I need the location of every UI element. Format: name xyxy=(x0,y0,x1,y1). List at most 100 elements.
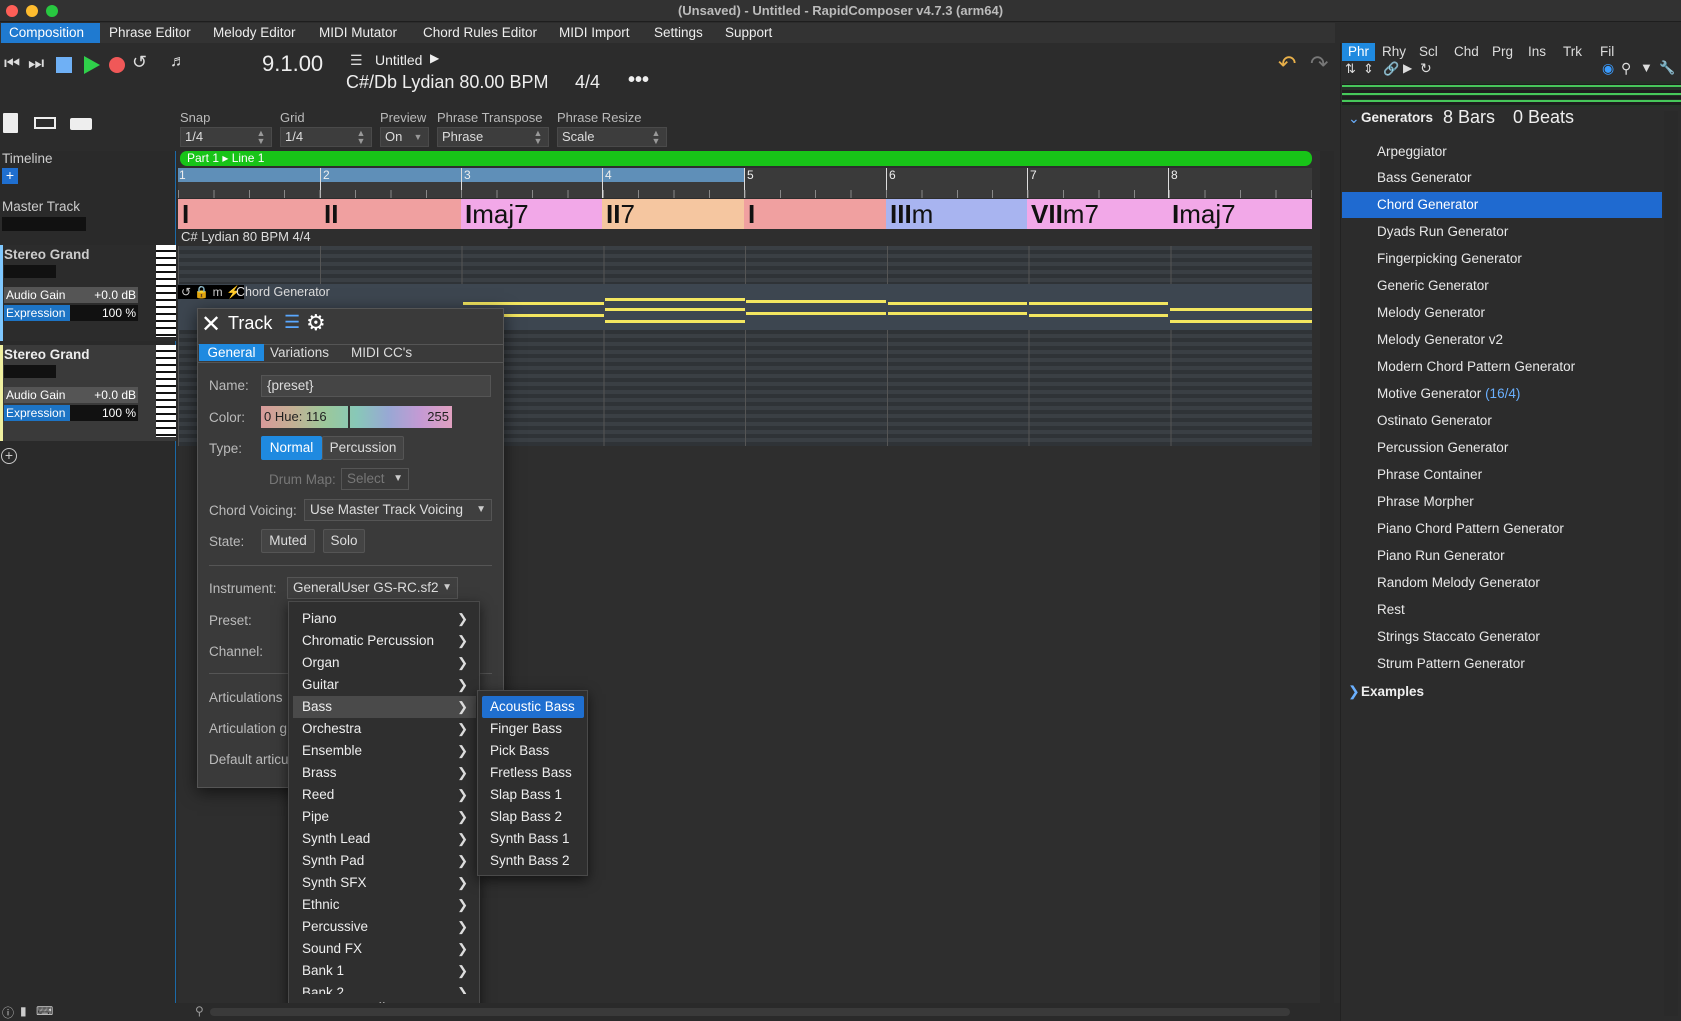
tab-ins[interactable]: Ins xyxy=(1522,43,1552,61)
generator-item[interactable]: Phrase Container xyxy=(1377,462,1482,488)
master-track-buttons[interactable] xyxy=(2,217,86,231)
loop-icon[interactable]: ↺ xyxy=(132,52,147,73)
menu-melody-editor[interactable]: Melody Editor xyxy=(205,23,304,43)
menu-chord-rules-editor[interactable]: Chord Rules Editor xyxy=(415,23,545,43)
arranger-hscroll[interactable] xyxy=(210,1008,1290,1016)
track-name[interactable]: Stereo Grand xyxy=(4,347,90,362)
close-icon[interactable]: ✕ xyxy=(201,310,221,339)
tab-general[interactable]: General xyxy=(199,344,264,361)
expand-icon[interactable]: ⇕ xyxy=(1363,61,1374,77)
tab-phr[interactable]: Phr xyxy=(1342,43,1376,61)
add-marker-icon[interactable]: + xyxy=(2,168,18,184)
tab-variations[interactable]: Variations xyxy=(270,344,329,361)
grid-select[interactable]: 1/4 ▲ ▼ xyxy=(280,127,372,147)
add-track-icon[interactable]: + xyxy=(1,448,17,464)
generator-item[interactable]: Arpeggiator xyxy=(1377,139,1447,165)
generator-item[interactable]: Generic Generator xyxy=(1377,273,1489,299)
generator-item[interactable]: Piano Chord Pattern Generator xyxy=(1377,516,1564,542)
menu-support[interactable]: Support xyxy=(717,23,780,43)
note[interactable] xyxy=(746,300,886,303)
submenu-item-slap-bass-2[interactable]: Slap Bass 2 xyxy=(482,806,584,828)
phrase-resize-select[interactable]: Scale ▲ ▼ xyxy=(557,127,667,147)
arranger-vscroll[interactable] xyxy=(1320,151,1334,1003)
chord-block[interactable]: I xyxy=(744,199,886,229)
chord-block[interactable]: Imaj7 xyxy=(1168,199,1312,229)
gear-icon[interactable]: ⚙ xyxy=(306,310,326,336)
more-button[interactable]: ••• xyxy=(628,69,649,92)
chord-block[interactable]: I xyxy=(178,199,320,229)
generator-item-selected[interactable]: Chord Generator xyxy=(1342,192,1662,218)
examples-header[interactable]: Examples xyxy=(1361,684,1424,699)
refresh-icon[interactable]: ↻ xyxy=(1420,60,1432,77)
clip-icon[interactable] xyxy=(70,118,92,130)
chord-lane[interactable]: I II Imaj7 II7 I IIIm VIIm7 Imaj7 xyxy=(178,199,1312,229)
play-button[interactable] xyxy=(84,56,100,74)
chord-block[interactable]: II xyxy=(320,199,461,229)
menu-item-guitar[interactable]: Guitar ❯ xyxy=(293,674,476,696)
menu-midi-import[interactable]: MIDI Import xyxy=(551,23,638,43)
record-button[interactable] xyxy=(109,57,125,73)
note[interactable] xyxy=(605,308,745,311)
submenu-item-pick-bass[interactable]: Pick Bass xyxy=(482,740,584,762)
generator-item[interactable]: Strum Pattern Generator xyxy=(1377,651,1525,677)
generator-item[interactable]: Percussion Generator xyxy=(1377,435,1508,461)
note[interactable] xyxy=(1029,314,1168,317)
note[interactable] xyxy=(463,302,604,305)
tab-fil[interactable]: Fil xyxy=(1594,43,1620,61)
note[interactable] xyxy=(605,320,745,323)
menu-item-chromatic-percussion[interactable]: Chromatic Percussion ❯ xyxy=(293,630,476,652)
layers-icon[interactable] xyxy=(34,117,56,129)
info-icon[interactable]: ⓘ xyxy=(2,1004,14,1021)
generator-item[interactable]: Modern Chord Pattern Generator xyxy=(1377,354,1575,380)
menu-item-bank-1[interactable]: Bank 1 ❯ xyxy=(293,960,476,982)
stop-button[interactable] xyxy=(56,57,72,73)
submenu-item-fretless-bass[interactable]: Fretless Bass xyxy=(482,762,584,784)
generator-item[interactable]: Melody Generator v2 xyxy=(1377,327,1503,353)
project-menu-icon[interactable]: ☰ xyxy=(350,52,363,69)
color-slider[interactable]: 0 Hue: 116 255 xyxy=(261,406,452,428)
part-bar[interactable]: Part 1 ▸ Line 1 xyxy=(180,151,1312,166)
timeline-ruler[interactable]: 1 2 3 4 5 6 7 8 xyxy=(178,168,1312,198)
generator-item[interactable]: Strings Staccato Generator xyxy=(1377,624,1540,650)
chord-block[interactable]: Imaj7 xyxy=(461,199,602,229)
track-name[interactable]: Stereo Grand xyxy=(4,247,90,262)
chord-block[interactable]: IIIm xyxy=(886,199,1027,229)
note[interactable] xyxy=(1029,302,1168,305)
generator-item[interactable]: Phrase Morpher xyxy=(1377,489,1474,515)
tab-midi-ccs[interactable]: MIDI CC's xyxy=(351,344,412,361)
tab-chd[interactable]: Chd xyxy=(1448,43,1485,61)
tab-scl[interactable]: Scl xyxy=(1413,43,1444,61)
tab-trk[interactable]: Trk xyxy=(1557,43,1588,61)
generator-item[interactable]: Motive Generator (16/4) xyxy=(1377,381,1520,407)
expression-slider[interactable]: Expression 100 % xyxy=(4,305,138,321)
muted-button[interactable]: Muted xyxy=(261,529,315,553)
menu-item-synth-lead[interactable]: Synth Lead ❯ xyxy=(293,828,476,850)
mute-solo-buttons[interactable] xyxy=(4,365,56,378)
track-header-1[interactable]: Stereo Grand Audio Gain +0.0 dB Expressio… xyxy=(0,245,176,341)
menu-item-bass[interactable]: Bass ❯ xyxy=(293,696,476,718)
generator-item[interactable]: Ostinato Generator xyxy=(1377,408,1492,434)
chevron-down-icon[interactable]: ⌄ xyxy=(1348,110,1360,127)
submenu-item-slap-bass-1[interactable]: Slap Bass 1 xyxy=(482,784,584,806)
submenu-item-synth-bass-1[interactable]: Synth Bass 1 xyxy=(482,828,584,850)
snap-select[interactable]: 1/4 ▲ ▼ xyxy=(180,127,272,147)
menu-phrase-editor[interactable]: Phrase Editor xyxy=(101,23,199,43)
tab-rhy[interactable]: Rhy xyxy=(1376,43,1412,61)
redo-icon[interactable]: ↷ xyxy=(1310,51,1328,77)
time-signature[interactable]: 4/4 xyxy=(575,72,600,93)
project-arrow-icon[interactable]: ▶ xyxy=(430,51,439,65)
type-percussion-button[interactable]: Percussion xyxy=(322,436,404,460)
phrase-transpose-select[interactable]: Phrase ▲ ▼ xyxy=(437,127,549,147)
name-field[interactable]: {preset} xyxy=(261,375,491,397)
generator-item[interactable]: Fingerpicking Generator xyxy=(1377,246,1522,272)
checklist-icon[interactable]: ☰ xyxy=(284,312,300,333)
new-file-icon[interactable] xyxy=(3,113,18,133)
menu-item-reed[interactable]: Reed ❯ xyxy=(293,784,476,806)
generator-item[interactable]: Rest xyxy=(1377,597,1405,623)
mute-solo-buttons[interactable] xyxy=(4,265,56,278)
drum-map-select[interactable]: Select ▼ xyxy=(341,468,409,490)
note[interactable] xyxy=(888,302,1027,305)
play-icon[interactable]: ▶ xyxy=(1403,61,1412,75)
menu-item-piano[interactable]: Piano ❯ xyxy=(293,608,476,630)
menu-item-ensemble[interactable]: Ensemble ❯ xyxy=(293,740,476,762)
